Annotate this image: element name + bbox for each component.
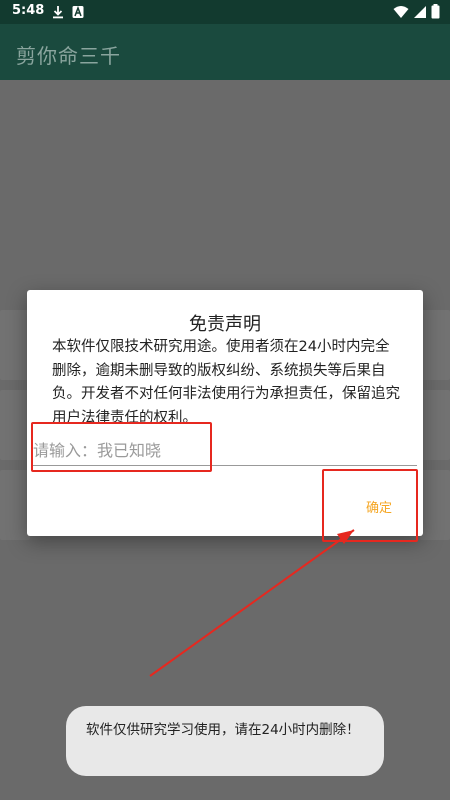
button-highlight-box bbox=[322, 469, 418, 542]
notification-a-icon bbox=[72, 4, 84, 23]
battery-icon bbox=[431, 4, 440, 23]
background-card bbox=[420, 390, 450, 460]
background-card bbox=[0, 470, 30, 540]
toast-message: 软件仅供研究学习使用，请在24小时内删除！ bbox=[66, 706, 384, 776]
download-icon bbox=[52, 4, 64, 23]
signal-icon bbox=[413, 4, 427, 23]
dialog-title: 免责声明 bbox=[189, 314, 261, 335]
wifi-icon bbox=[393, 4, 409, 23]
background-card bbox=[0, 390, 30, 460]
status-bar: 5:48 bbox=[0, 0, 450, 24]
dialog-message: 本软件仅限技术研究用途。使用者须在24小时内完全删除，逾期未删导致的版权纠纷、系… bbox=[52, 339, 400, 426]
background-card bbox=[420, 310, 450, 380]
status-time: 5:48 bbox=[12, 3, 45, 18]
app-title: 剪你命三千 bbox=[16, 44, 121, 68]
background-card bbox=[420, 470, 450, 540]
input-highlight-box bbox=[31, 422, 212, 472]
background-card bbox=[0, 310, 30, 380]
app-bar: 剪你命三千 bbox=[0, 24, 450, 80]
